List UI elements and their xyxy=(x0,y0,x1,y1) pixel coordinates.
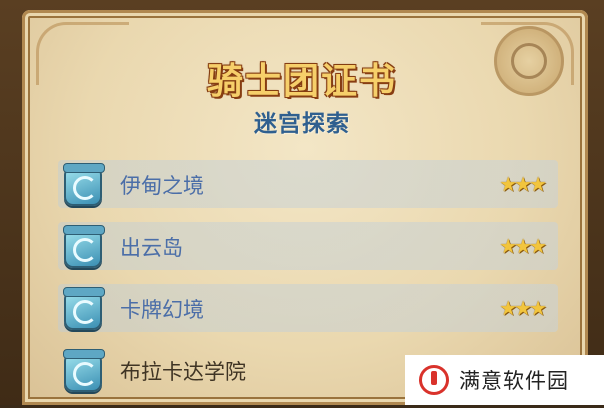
maze-entry[interactable]: 伊甸之境 ★★★ xyxy=(58,160,558,208)
page-subtitle: 迷宫探索 xyxy=(254,111,350,137)
star-rating: ★★★ xyxy=(499,296,547,320)
watermark-text: 满意软件园 xyxy=(459,369,569,393)
portal-icon xyxy=(63,225,105,268)
portal-icon xyxy=(63,349,105,392)
maze-entry[interactable]: 出云岛 ★★★ xyxy=(58,222,558,270)
star-rating: ★★★ xyxy=(499,234,547,258)
portal-icon xyxy=(63,287,105,330)
brand-logo-icon xyxy=(419,365,449,395)
maze-name: 伊甸之境 xyxy=(120,174,204,198)
portal-icon xyxy=(63,163,105,206)
star-rating: ★★★ xyxy=(499,172,547,196)
maze-name: 出云岛 xyxy=(120,236,183,260)
maze-name: 布拉卡达学院 xyxy=(120,360,246,384)
page-title: 骑士团证书 xyxy=(206,61,397,102)
maze-name: 卡牌幻境 xyxy=(120,298,204,322)
site-watermark: 满意软件园 xyxy=(405,355,604,405)
maze-entry[interactable]: 卡牌幻境 ★★★ xyxy=(58,284,558,332)
